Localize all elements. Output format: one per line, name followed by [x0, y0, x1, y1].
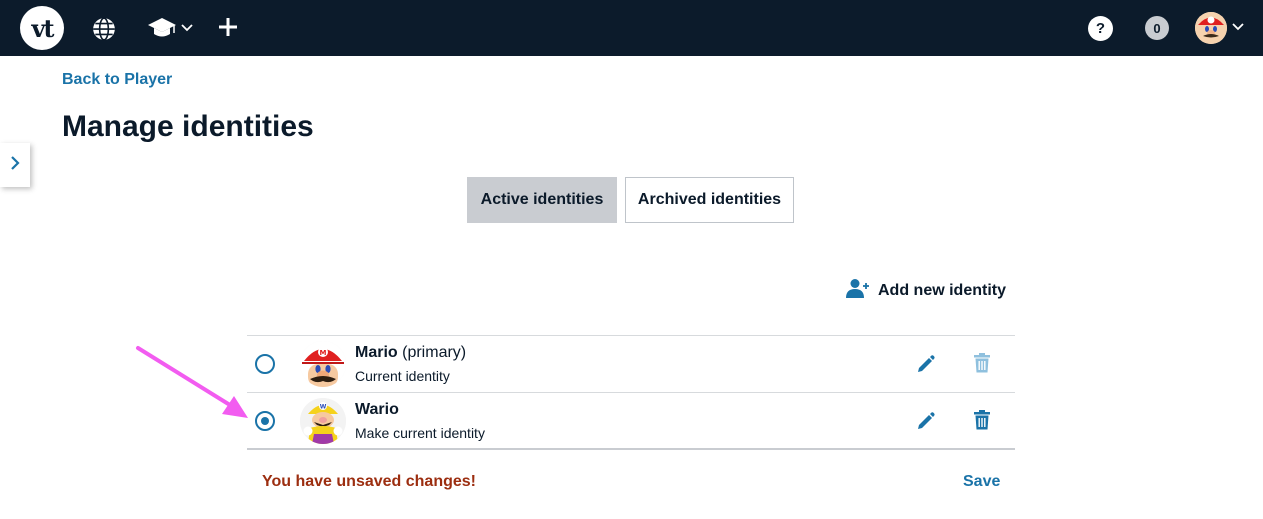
identity-list: M Mario (primary) Current identity W War…: [247, 335, 1015, 450]
delete-identity-button-disabled: [974, 353, 990, 378]
sidebar-toggle-button[interactable]: [0, 143, 30, 187]
make-current-identity-link[interactable]: Make current identity: [355, 425, 485, 441]
help-icon[interactable]: ?: [1088, 16, 1113, 41]
pencil-icon: [916, 355, 936, 378]
add-identity-label: Add new identity: [878, 281, 1006, 299]
identity-row-mario: M Mario (primary) Current identity: [247, 336, 1015, 393]
top-navigation-bar: vt ? 0: [0, 0, 1263, 56]
svg-text:W: W: [320, 404, 327, 411]
graduation-cap-icon: [147, 16, 177, 40]
edit-identity-button[interactable]: [916, 354, 936, 379]
courses-menu[interactable]: [147, 16, 193, 40]
page-title: Manage identities: [62, 110, 314, 143]
delete-identity-button[interactable]: [974, 410, 990, 435]
chevron-right-icon: [10, 155, 20, 176]
select-identity-radio[interactable]: [255, 411, 275, 431]
edit-identity-button[interactable]: [916, 411, 936, 436]
chevron-down-icon: [1232, 19, 1244, 37]
svg-text:M: M: [320, 349, 327, 357]
user-avatar: [1195, 12, 1227, 44]
unsaved-changes-message: You have unsaved changes!: [262, 473, 476, 490]
plus-icon[interactable]: [217, 16, 239, 38]
annotation-arrow-icon: [130, 340, 250, 430]
chevron-down-icon: [181, 23, 193, 33]
vt-logo[interactable]: vt: [20, 6, 64, 50]
trash-icon: [974, 410, 990, 434]
identity-name: Mario (primary): [355, 344, 467, 361]
tab-archived-identities[interactable]: Archived identities: [625, 177, 794, 223]
pencil-icon: [916, 412, 936, 435]
wario-avatar: W: [300, 398, 346, 444]
add-user-icon: [846, 278, 870, 303]
identity-name: Wario: [355, 401, 399, 418]
select-identity-radio[interactable]: [255, 354, 275, 374]
identity-row-wario: W Wario Make current identity: [247, 393, 1015, 450]
notification-count-badge[interactable]: 0: [1145, 16, 1169, 40]
user-menu[interactable]: [1195, 12, 1244, 44]
back-to-player-link[interactable]: Back to Player: [62, 71, 172, 89]
save-button[interactable]: Save: [963, 473, 1000, 491]
mario-avatar: M: [300, 341, 346, 387]
globe-icon[interactable]: [91, 16, 117, 42]
tab-active-identities[interactable]: Active identities: [467, 177, 617, 223]
add-identity-button[interactable]: Add new identity: [846, 278, 1006, 303]
identity-status: Current identity: [355, 368, 450, 384]
trash-icon: [974, 353, 990, 377]
